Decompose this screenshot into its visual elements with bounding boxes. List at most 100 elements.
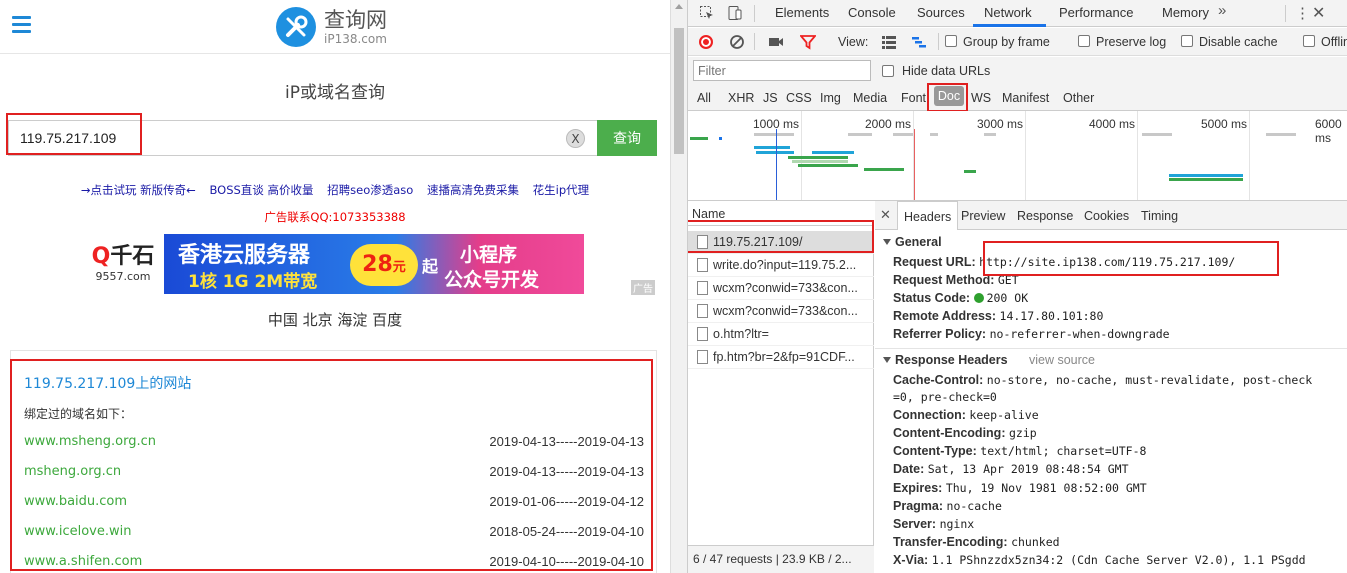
filter-icon[interactable] <box>800 34 816 50</box>
ad-banner[interactable]: Q千石 9557.com 香港云服务器 1核 1G 2M带宽 28元 起 小程序… <box>88 234 584 294</box>
tools-icon <box>276 7 316 47</box>
type-manifest[interactable]: Manifest <box>1002 91 1049 105</box>
type-js[interactable]: JS <box>763 91 778 105</box>
offline-checkbox[interactable] <box>1303 35 1315 47</box>
tab-response[interactable]: Response <box>1017 209 1073 223</box>
banner-price: 28元 <box>350 244 418 286</box>
network-overview[interactable]: 1000 ms 2000 ms 3000 ms 4000 ms 5000 ms … <box>688 111 1347 201</box>
domain-link[interactable]: msheng.org.cn <box>24 464 121 479</box>
group-by-frame-checkbox[interactable] <box>945 35 957 47</box>
request-row[interactable]: 119.75.217.109/ <box>688 231 874 254</box>
type-img[interactable]: Img <box>820 91 841 105</box>
request-row[interactable]: wcxm?conwid=733&con... <box>688 277 874 300</box>
header-row: =0, pre-check=0 <box>893 390 997 404</box>
domain-link[interactable]: www.a.shifen.com <box>24 554 142 569</box>
ad-link[interactable]: 招聘seo渗透aso <box>327 183 413 197</box>
inspect-icon[interactable] <box>699 5 715 21</box>
large-rows-icon[interactable] <box>881 34 897 50</box>
tab-headers[interactable]: Headers <box>897 201 959 230</box>
ip-location: 中国 北京 海淀 百度 <box>267 311 403 329</box>
domain-link[interactable]: www.icelove.win <box>24 524 131 539</box>
ad-link[interactable]: BOSS直谈 高价收量 <box>209 183 313 197</box>
general-section-header[interactable]: General <box>883 235 942 249</box>
tab-preview[interactable]: Preview <box>961 209 1005 223</box>
domain-row: www.msheng.org.cn 2019-04-13-----2019-04… <box>24 434 644 454</box>
type-ws[interactable]: WS <box>971 91 991 105</box>
tab-console[interactable]: Console <box>848 5 896 20</box>
header-row: Expires: Thu, 19 Nov 1981 08:52:00 GMT <box>893 481 1147 495</box>
scroll-up-icon[interactable] <box>675 4 683 9</box>
header-row: Content-Encoding: gzip <box>893 426 1037 440</box>
clear-icon[interactable] <box>729 34 745 50</box>
domain-link[interactable]: www.msheng.org.cn <box>24 434 156 449</box>
request-row[interactable]: write.do?input=119.75.2... <box>688 254 874 277</box>
tab-elements[interactable]: Elements <box>775 5 829 20</box>
collapse-triangle-icon <box>883 357 891 363</box>
name-column-header[interactable]: Name <box>688 201 874 226</box>
page-scrollbar[interactable] <box>670 0 687 573</box>
request-row[interactable]: wcxm?conwid=733&con... <box>688 300 874 323</box>
response-headers-section-header[interactable]: Response Headers <box>883 353 1008 367</box>
request-row[interactable]: fp.htm?br=2&fp=91CDF... <box>688 346 874 369</box>
ad-tag: 广告 <box>631 280 655 295</box>
devtools-panel: Elements Console Sources Network Perform… <box>687 0 1347 573</box>
offline-label: Offline <box>1321 35 1347 49</box>
type-other[interactable]: Other <box>1063 91 1094 105</box>
request-list: Name 119.75.217.109/ write.do?input=119.… <box>688 201 874 573</box>
preserve-log-label: Preserve log <box>1096 35 1167 49</box>
screenshot-icon[interactable] <box>768 34 784 50</box>
tab-timing[interactable]: Timing <box>1141 209 1178 223</box>
ad-contact: 广告联系QQ:1073353388 <box>264 210 406 224</box>
ad-link[interactable]: →点击试玩 新版传奇← <box>81 183 196 197</box>
close-detail-icon[interactable]: ✕ <box>880 207 891 223</box>
domain-row: www.icelove.win 2018-05-24-----2019-04-1… <box>24 524 644 544</box>
view-source-link[interactable]: view source <box>1029 353 1095 367</box>
header-row: Date: Sat, 13 Apr 2019 08:48:54 GMT <box>893 462 1129 476</box>
ad-link[interactable]: 速播高清免费采集 <box>427 183 519 197</box>
page-title: iP或域名查询 <box>285 83 385 103</box>
device-toolbar-icon[interactable] <box>727 5 743 21</box>
record-icon[interactable] <box>699 35 713 49</box>
website-pane: 查询网 iP138.com iP或域名查询 X 查询 →点击试玩 新版传奇← B… <box>0 0 670 573</box>
type-all[interactable]: All <box>697 91 711 105</box>
menu-icon[interactable] <box>12 16 31 34</box>
document-icon <box>697 235 708 249</box>
clear-button[interactable]: X <box>566 129 585 148</box>
type-xhr[interactable]: XHR <box>728 91 754 105</box>
site-logo[interactable]: 查询网 iP138.com <box>276 5 387 49</box>
ad-link[interactable]: 花生ip代理 <box>533 183 590 197</box>
network-toolbar: View: Group by frame Preserve log Disabl… <box>688 28 1347 56</box>
kebab-menu-icon[interactable]: ⋮ <box>1295 4 1310 22</box>
result-title[interactable]: 119.75.217.109上的网站 <box>24 373 191 393</box>
devtools-tabbar: Elements Console Sources Network Perform… <box>688 0 1347 27</box>
search-form: X 查询 <box>8 120 658 156</box>
tab-performance[interactable]: Performance <box>1059 5 1133 20</box>
filter-input[interactable] <box>693 60 871 81</box>
type-css[interactable]: CSS <box>786 91 812 105</box>
type-media[interactable]: Media <box>853 91 887 105</box>
tab-network[interactable]: Network <box>984 5 1032 20</box>
tab-memory[interactable]: Memory <box>1162 5 1209 20</box>
header-row: Server: nginx <box>893 517 975 531</box>
type-doc[interactable]: Doc <box>934 86 964 106</box>
domain-link[interactable]: www.baidu.com <box>24 494 127 509</box>
tab-cookies[interactable]: Cookies <box>1084 209 1129 223</box>
filter-bar: Hide data URLs All XHR JS CSS Img Media … <box>688 57 1347 111</box>
tab-sources[interactable]: Sources <box>917 5 965 20</box>
request-row[interactable]: o.htm?ltr= <box>688 323 874 346</box>
hide-data-urls-checkbox[interactable] <box>882 65 894 77</box>
document-icon <box>697 304 708 318</box>
close-devtools-icon[interactable]: ✕ <box>1312 3 1325 23</box>
header-row: Transfer-Encoding: chunked <box>893 535 1060 549</box>
scroll-thumb[interactable] <box>674 28 684 154</box>
waterfall-icon[interactable] <box>911 34 927 50</box>
header-row: Connection: keep-alive <box>893 408 1039 422</box>
more-tabs-icon[interactable]: » <box>1218 2 1226 19</box>
banner-logo-prefix: Q <box>91 244 111 269</box>
preserve-log-checkbox[interactable] <box>1078 35 1090 47</box>
query-button[interactable]: 查询 <box>597 120 657 156</box>
banner-logo-mark: 千 <box>110 244 133 269</box>
type-font[interactable]: Font <box>901 91 926 105</box>
disable-cache-checkbox[interactable] <box>1181 35 1193 47</box>
search-input[interactable] <box>8 120 598 156</box>
